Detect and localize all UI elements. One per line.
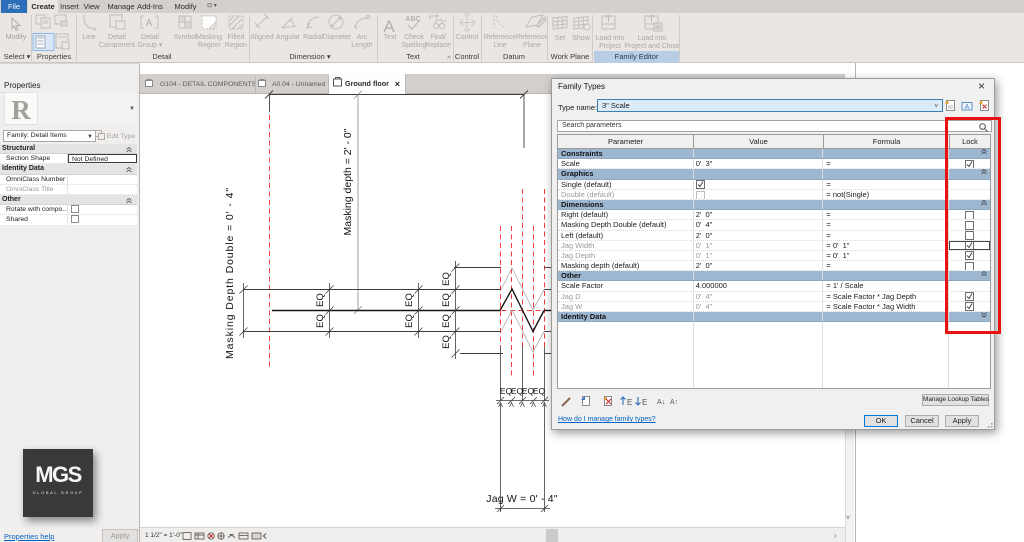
svg-text:EQ: EQ — [404, 314, 415, 328]
svg-text:A: A — [965, 104, 970, 111]
svg-text:A↓: A↓ — [657, 399, 665, 406]
svg-text:EQ: EQ — [441, 314, 452, 328]
svg-text:EQ: EQ — [441, 335, 452, 349]
svg-text:A↑: A↑ — [670, 399, 678, 406]
svg-text:EQ: EQ — [315, 314, 326, 328]
svg-text:Jag W = 0' - 4": Jag W = 0' - 4" — [486, 493, 558, 505]
svg-text:Masking Depth Double = 0' - 4": Masking Depth Double = 0' - 4" — [224, 187, 236, 359]
svg-text:EQ: EQ — [441, 272, 452, 286]
svg-text:EQ: EQ — [315, 293, 326, 307]
svg-text:EQ: EQ — [404, 293, 415, 307]
svg-text:E: E — [627, 398, 632, 407]
svg-text:Masking depth = 2' - 0": Masking depth = 2' - 0" — [342, 128, 354, 235]
svg-text:EQ: EQ — [533, 386, 546, 396]
svg-text:EQ: EQ — [441, 293, 452, 307]
svg-text:E: E — [642, 398, 647, 407]
